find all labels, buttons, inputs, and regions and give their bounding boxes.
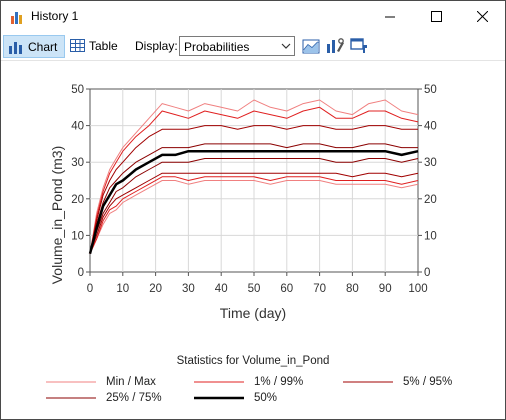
y-tick-label-right: 40 <box>424 121 437 133</box>
legend-title: Statistics for Volume_in_Pond <box>176 355 330 367</box>
history-chart: 0 10 20 30 40 50 60 70 80 90 1000 010 1020 2030 3040 40… <box>49 84 437 321</box>
y-tick-label-right: 10 <box>424 230 437 242</box>
x-tick-label: 100 <box>408 283 427 295</box>
table-view-button[interactable]: Table <box>69 35 121 56</box>
y-tick-label-right: 30 <box>424 157 437 169</box>
legend-minmax-swatch <box>46 381 96 383</box>
legend-minmax-label: Min / Max <box>106 376 156 388</box>
y-tick-label-left: 10 <box>71 230 84 242</box>
chart-properties-icon[interactable] <box>349 36 369 56</box>
chevron-down-icon <box>281 43 291 49</box>
legend-p50-swatch <box>194 396 244 400</box>
chart-label: Chart <box>28 39 58 54</box>
chart-settings-icon[interactable] <box>325 36 345 56</box>
legend-minmax: Min / Max <box>46 376 156 388</box>
legend-p25-75-label: 25% / 75% <box>106 392 162 404</box>
history-window: History 1 Chart Table Display: Probabili… <box>0 0 506 420</box>
legend-p5-95: 5% / 95% <box>343 376 452 388</box>
y-tick-label-left: 20 <box>71 194 84 206</box>
close-button[interactable] <box>459 1 505 32</box>
chart-type-icon[interactable] <box>301 36 321 56</box>
y-tick-label-left: 0 <box>78 267 84 279</box>
x-tick-label: 0 <box>87 283 93 295</box>
bar-chart-icon <box>9 41 22 54</box>
legend-p50-label: 50% <box>254 392 278 404</box>
table-label: Table <box>89 38 118 53</box>
display-select[interactable]: Probabilities <box>179 36 295 56</box>
x-tick-label: 90 <box>379 283 392 295</box>
legend-p5-95-swatch <box>343 381 393 383</box>
legend-p1-99: 1% / 99% <box>194 376 303 388</box>
legend-p25-75-swatch <box>46 397 96 399</box>
display-label: Display: <box>135 39 178 53</box>
close-icon <box>476 11 488 22</box>
x-tick-label: 20 <box>149 283 162 295</box>
legend-p1-99-swatch <box>194 381 244 383</box>
x-tick-label: 80 <box>346 283 359 295</box>
legend-p25-75: 25% / 75% <box>46 392 162 404</box>
x-tick-label: 70 <box>313 283 326 295</box>
minimize-button[interactable] <box>367 1 413 32</box>
title-bar[interactable]: History 1 <box>1 1 505 32</box>
minimize-icon <box>385 16 395 17</box>
y-tick-label-left: 50 <box>71 84 84 96</box>
y-tick-label-right: 20 <box>424 194 437 206</box>
legend-p50: 50% <box>194 392 277 404</box>
legend-p5-95-label: 5% / 95% <box>403 376 453 388</box>
x-tick-label: 30 <box>182 283 195 295</box>
x-tick-label: 60 <box>280 283 293 295</box>
display-value: Probabilities <box>184 40 250 54</box>
y-tick-label-left: 40 <box>71 121 84 133</box>
legend-p1-99-label: 1% / 99% <box>254 376 304 388</box>
x-tick-label: 50 <box>248 283 261 295</box>
window-title: History 1 <box>31 9 79 23</box>
y-tick-label-right: 0 <box>424 267 430 279</box>
chart-app-icon <box>11 12 22 24</box>
x-tick-label: 10 <box>116 283 129 295</box>
y-axis-title: Volume_in_Pond (m3) <box>49 146 65 285</box>
maximize-button[interactable] <box>413 1 459 32</box>
y-tick-label-left: 30 <box>71 157 84 169</box>
x-tick-label: 40 <box>215 283 228 295</box>
table-icon <box>70 39 85 52</box>
maximize-icon <box>430 11 442 22</box>
x-axis-title: Time (day) <box>220 305 286 321</box>
y-tick-label-right: 50 <box>424 84 437 96</box>
chart-view-button[interactable]: Chart <box>3 35 65 58</box>
